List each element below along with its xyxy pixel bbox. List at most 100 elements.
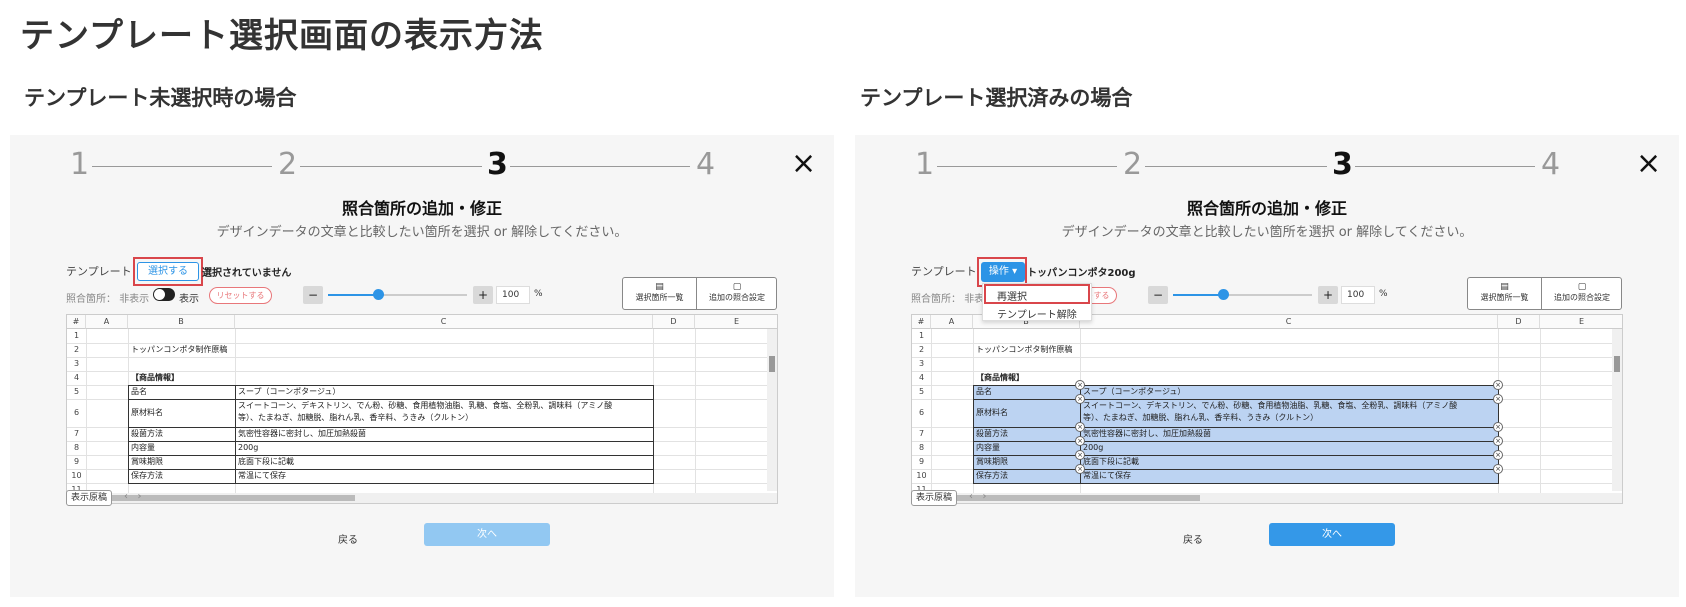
spreadsheet[interactable]: # A B C D E 1 2 トッパンコンポタ制作原稿 3 4 【商品情報】 5品…	[66, 314, 778, 504]
column-header[interactable]: A	[86, 315, 128, 329]
horizontal-scrollbar[interactable]	[912, 493, 1622, 503]
zoom-in-button[interactable]: +	[473, 286, 493, 304]
dialog-title: 照合箇所の追加・修正	[341, 199, 502, 218]
close-icon[interactable]: ×	[1636, 149, 1661, 179]
zoom-slider-fill	[328, 294, 378, 296]
back-button[interactable]: 戻る	[338, 531, 358, 546]
back-button[interactable]: 戻る	[1183, 531, 1203, 546]
book-icon: ▢	[732, 282, 742, 292]
pager: ‹ ›	[124, 491, 142, 502]
zoom-unit: %	[534, 289, 543, 299]
list-icon: ▤	[1500, 282, 1509, 292]
zoom-slider-handle[interactable]	[1218, 289, 1229, 300]
remove-selection-icon[interactable]: ×	[1075, 394, 1085, 404]
template-label: テンプレート	[911, 265, 977, 278]
next-page-icon[interactable]: ›	[138, 491, 142, 502]
selection-list-button[interactable]: ▤ 選択箇所一覧	[623, 278, 697, 309]
close-icon[interactable]: ×	[791, 149, 816, 179]
step-connector	[1145, 166, 1327, 167]
dialog-panel-selected: 1 2 3 4 × 照合箇所の追加・修正 デザインデータの文章と比較したい箇所を…	[855, 135, 1679, 597]
dialog-title: 照合箇所の追加・修正	[1186, 199, 1347, 218]
vertical-scrollbar[interactable]	[767, 329, 777, 491]
remove-selection-icon[interactable]: ×	[1493, 436, 1503, 446]
zoom-input[interactable]: 100	[496, 286, 530, 304]
zoom-out-button[interactable]: −	[1148, 286, 1168, 304]
table-row[interactable]: 3	[67, 357, 767, 371]
vertical-scrollbar[interactable]	[1612, 329, 1622, 491]
remove-selection-icon[interactable]: ×	[1075, 380, 1085, 390]
show-source-button[interactable]: 表示原稿	[911, 490, 957, 506]
prev-page-icon[interactable]: ‹	[969, 491, 973, 502]
table-row[interactable]: 2 トッパンコンポタ制作原稿	[912, 343, 1612, 357]
table-row[interactable]: 1	[912, 329, 1612, 343]
step-3[interactable]: 3	[487, 147, 508, 182]
column-header[interactable]: D	[653, 315, 695, 329]
column-header[interactable]: A	[931, 315, 973, 329]
next-button[interactable]: 次へ	[1269, 523, 1395, 546]
section-title-unselected: テンプレート未選択時の場合	[24, 86, 297, 110]
remove-selection-icon[interactable]: ×	[1075, 422, 1085, 432]
table-row[interactable]: 2 トッパンコンポタ制作原稿	[67, 343, 767, 357]
remove-selection-icon[interactable]: ×	[1493, 380, 1503, 390]
table-row[interactable]: 3	[912, 357, 1612, 371]
column-header[interactable]: E	[1540, 315, 1622, 329]
template-status: 選択されていません	[202, 268, 292, 279]
remove-selection-icon[interactable]: ×	[1075, 450, 1085, 460]
highlight-box	[984, 284, 1090, 304]
show-source-button[interactable]: 表示原稿	[66, 490, 112, 506]
additional-settings-button[interactable]: ▢ 追加の照合設定	[1542, 278, 1622, 309]
spreadsheet[interactable]: # A B C D E 1 2 トッパンコンポタ制作原稿 3 4 【商品情報】 5品…	[911, 314, 1623, 504]
step-connector	[1355, 166, 1535, 167]
view-button-group: ▤ 選択箇所一覧 ▢ 追加の照合設定	[622, 277, 777, 310]
pager: ‹ ›	[969, 491, 987, 502]
additional-settings-button[interactable]: ▢ 追加の照合設定	[697, 278, 777, 309]
step-2[interactable]: 2	[278, 147, 297, 182]
book-icon: ▢	[1577, 282, 1587, 292]
zoom-input[interactable]: 100	[1341, 286, 1375, 304]
remove-selection-icon[interactable]: ×	[1075, 464, 1085, 474]
column-header[interactable]: C	[1080, 315, 1498, 329]
remove-selection-icon[interactable]: ×	[1493, 394, 1503, 404]
highlight-toggle[interactable]	[153, 288, 175, 301]
step-connector	[510, 166, 690, 167]
prev-page-icon[interactable]: ‹	[124, 491, 128, 502]
zoom-slider-handle[interactable]	[373, 289, 384, 300]
step-connector	[937, 166, 1117, 167]
show-label: 表示	[179, 294, 199, 305]
column-header: #	[912, 315, 931, 329]
template-label: テンプレート	[66, 265, 132, 278]
table-row[interactable]: 1	[67, 329, 767, 343]
next-page-icon[interactable]: ›	[983, 491, 987, 502]
remove-selection-icon[interactable]: ×	[1075, 436, 1085, 446]
selected-template-name: トッパンコンポタ200g	[1027, 268, 1136, 279]
column-header[interactable]: E	[695, 315, 777, 329]
step-4[interactable]: 4	[1541, 147, 1560, 182]
view-button-group: ▤ 選択箇所一覧 ▢ 追加の照合設定	[1467, 277, 1622, 310]
table-row[interactable]: 4 【商品情報】	[912, 371, 1612, 385]
dialog-panel-unselected: 1 2 3 4 × 照合箇所の追加・修正 デザインデータの文章と比較したい箇所を…	[10, 135, 834, 597]
table-row[interactable]: 4 【商品情報】	[67, 371, 767, 385]
horizontal-scrollbar[interactable]	[67, 493, 777, 503]
zoom-slider-fill	[1173, 294, 1223, 296]
next-button[interactable]: 次へ	[424, 523, 550, 546]
column-header[interactable]: D	[1498, 315, 1540, 329]
remove-selection-icon[interactable]: ×	[1493, 450, 1503, 460]
step-3[interactable]: 3	[1332, 147, 1353, 182]
zoom-in-button[interactable]: +	[1318, 286, 1338, 304]
menu-item-clear-template[interactable]: テンプレート解除	[983, 306, 1091, 321]
column-header[interactable]: C	[235, 315, 653, 329]
page-title: テンプレート選択画面の表示方法	[20, 16, 544, 56]
step-1[interactable]: 1	[70, 147, 89, 182]
step-1[interactable]: 1	[915, 147, 934, 182]
step-connector	[92, 166, 272, 167]
column-header: #	[67, 315, 86, 329]
column-header[interactable]: B	[128, 315, 235, 329]
step-4[interactable]: 4	[696, 147, 715, 182]
reset-button[interactable]: リセットする	[209, 287, 272, 304]
step-2[interactable]: 2	[1123, 147, 1142, 182]
remove-selection-icon[interactable]: ×	[1493, 464, 1503, 474]
zoom-out-button[interactable]: −	[303, 286, 323, 304]
selection-list-button[interactable]: ▤ 選択箇所一覧	[1468, 278, 1542, 309]
remove-selection-icon[interactable]: ×	[1493, 422, 1503, 432]
highlight-label: 照合箇所： 非表示	[66, 294, 150, 305]
